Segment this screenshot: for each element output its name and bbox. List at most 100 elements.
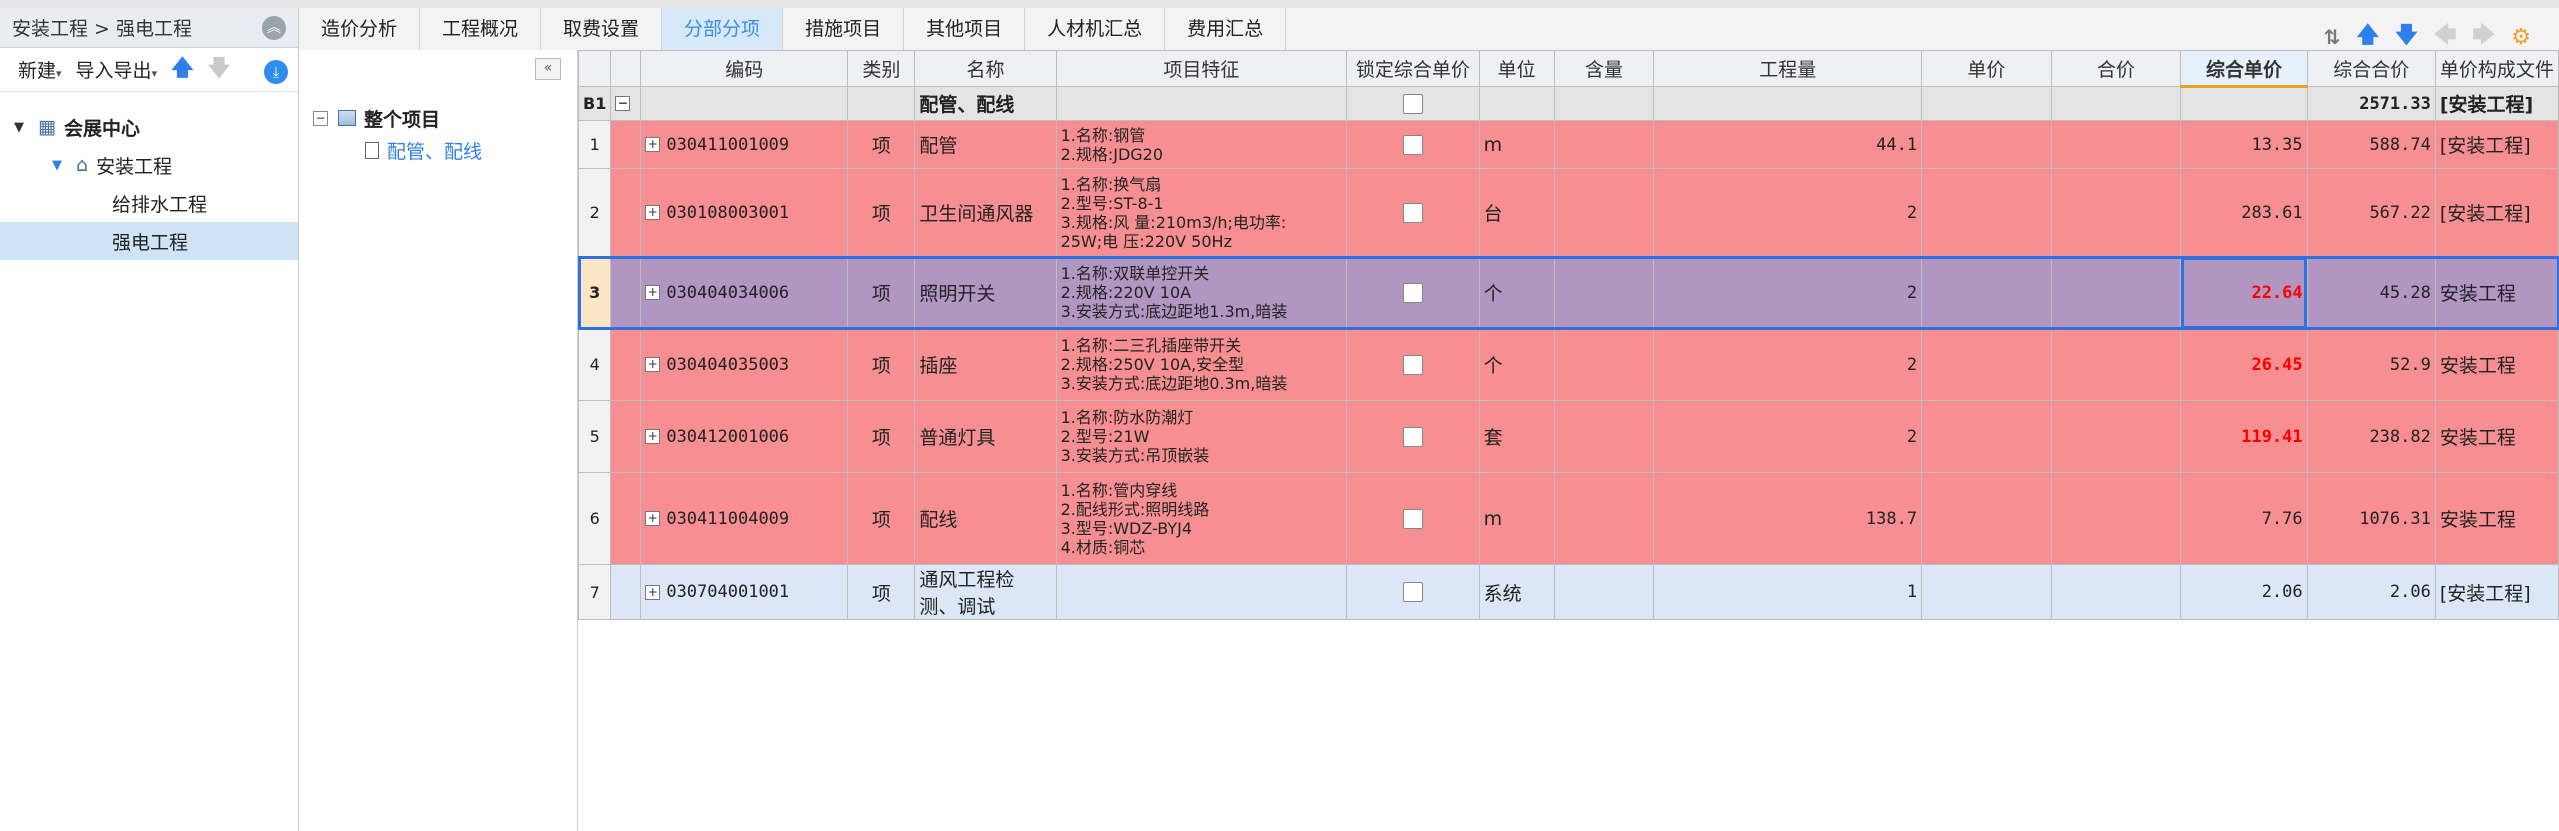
lock-checkbox-cell[interactable] [1346,328,1480,401]
tab-fee-settings[interactable]: 取费设置 [541,8,663,50]
section-tree-child[interactable]: 配管、配线 [313,134,482,166]
sort-icon[interactable]: ⇅ [2324,25,2341,49]
cell-content[interactable] [1553,472,1655,565]
expand-box-icon[interactable]: + [645,511,661,526]
new-button[interactable]: 新建▾ [18,56,62,83]
col-comp-total[interactable]: 综合合价 [2306,50,2436,87]
table-row[interactable]: 7 +030704001001 项通风工程检测、调试 系统 1 2.06 2.06 [安装工程… [577,564,2559,620]
cell-type[interactable]: 项 [847,256,916,329]
tab-cost-analysis[interactable]: 造价分析 [299,8,421,50]
cell-comp-unit-price[interactable]: 283.61 [2180,168,2308,257]
tree-node-electric[interactable]: 强电工程 [0,222,298,260]
cell-comp-unit-price[interactable]: 13.35 [2180,120,2308,169]
col-price-file[interactable]: 单价构成文件 [2434,50,2559,87]
cell-unit-price[interactable] [1921,400,2052,473]
cell-type[interactable]: 项 [847,472,916,565]
cell-unit-price[interactable] [1921,328,2052,401]
cell-content[interactable] [1553,400,1655,473]
cell-feature[interactable]: 1.名称:钢管 2.规格:JDG20 [1055,120,1348,169]
table-row[interactable]: 1 +030411001009 项配管 1.名称:钢管 2.规格:JDG20 m 44.1… [577,120,2559,169]
expand-box-icon[interactable]: + [645,357,661,372]
collapse-box-icon[interactable]: − [610,86,642,121]
cell-total-price[interactable] [2050,328,2182,401]
lock-checkbox[interactable] [1402,93,1423,114]
expand-box-icon[interactable]: + [645,205,661,220]
cell-code[interactable]: +030404034006 [640,256,849,329]
cell-comp-total[interactable]: 45.28 [2306,256,2436,329]
table-row[interactable]: 5 +030412001006 项普通灯具 1.名称:防水防潮灯 2.型号:21W 3… [577,400,2559,473]
cell-code[interactable]: +030412001006 [640,400,849,473]
cell-comp-unit-price[interactable]: 119.41 [2180,400,2308,473]
expand-box-icon[interactable]: + [645,285,661,300]
cell-price-file[interactable]: 安装工程 [2434,400,2559,473]
cell-unit[interactable]: 个 [1478,328,1555,401]
cell-unit[interactable]: 套 [1478,400,1555,473]
cell-unit[interactable]: m [1478,120,1555,169]
cell-content[interactable] [1553,120,1655,169]
cell-price-file[interactable]: [安装工程] [2434,120,2559,169]
cell-comp-total[interactable]: 238.82 [2306,400,2436,473]
cell-code[interactable]: +030108003001 [640,168,849,257]
table-row[interactable]: 2 +030108003001 项卫生间通风器 1.名称:换气扇 2.型号:ST-8-… [577,168,2559,257]
cell-unit-price[interactable] [1921,120,2052,169]
import-export-button[interactable]: 导入导出▾ [76,56,158,83]
lock-checkbox-cell[interactable] [1346,472,1480,565]
cell-name[interactable]: 插座 [914,328,1057,401]
cell-unit-price[interactable] [1921,472,2052,565]
cell-price-file[interactable]: 安装工程 [2434,328,2559,401]
cell-feature[interactable]: 1.名称:防水防潮灯 2.型号:21W 3.安装方式:吊顶嵌装 [1055,400,1348,473]
group-name[interactable]: 配管、配线 [914,86,1057,121]
cell-total-price[interactable] [2050,168,2182,257]
cell-type[interactable]: 项 [847,328,916,401]
cell-total-price[interactable] [2050,564,2182,620]
col-feature[interactable]: 项目特征 [1055,50,1348,87]
lock-checkbox[interactable] [1402,582,1423,602]
cell-content[interactable] [1553,328,1655,401]
cell-comp-unit-price[interactable]: 2.06 [2180,564,2308,620]
expand-box-icon[interactable]: + [645,429,661,444]
col-type[interactable]: 类别 [847,50,916,87]
cell-code[interactable]: +030704001001 [640,564,849,620]
download-icon[interactable]: ⤓ [264,60,288,84]
cell-unit[interactable]: 台 [1478,168,1555,257]
settings-icon[interactable]: ⚙ [2511,25,2531,50]
lock-checkbox-cell[interactable] [1346,564,1480,620]
cell-unit[interactable]: m [1478,472,1555,565]
cell-code[interactable]: +030411004009 [640,472,849,565]
tab-labor-material[interactable]: 人材机汇总 [1025,8,1166,50]
cell-total-price[interactable] [2050,256,2182,329]
lock-checkbox[interactable] [1402,202,1423,223]
collapse-box-icon[interactable]: − [313,110,328,126]
cell-quantity[interactable]: 44.1 [1653,120,1923,169]
cell-feature[interactable]: 1.名称:换气扇 2.型号:ST-8-1 3.规格:风 量:210m3/h;电功… [1055,168,1348,257]
cell-quantity[interactable]: 2 [1653,328,1923,401]
tab-other-items[interactable]: 其他项目 [904,8,1026,50]
collapse-up-icon[interactable]: ︽ [262,16,286,40]
cell-unit-price[interactable] [1921,564,2052,620]
col-content[interactable]: 含量 [1553,50,1655,87]
cell-price-file[interactable]: 安装工程 [2434,472,2559,565]
cell-name[interactable]: 照明开关 [914,256,1057,329]
tab-overview[interactable]: 工程概况 [420,8,542,50]
cell-name[interactable]: 卫生间通风器 [914,168,1057,257]
cell-unit-price[interactable] [1921,168,2052,257]
cell-code[interactable]: +030404035003 [640,328,849,401]
arrow-down-icon[interactable]: 🡇 [208,51,231,89]
expand-triangle-icon[interactable]: ▼ [52,158,70,173]
cell-quantity[interactable]: 2 [1653,168,1923,257]
col-unit-price[interactable]: 单价 [1921,50,2052,87]
cell-unit[interactable]: 系统 [1478,564,1555,620]
table-row[interactable]: 4 +030404035003 项插座 1.名称:二三孔插座带开关 2.规格:250V… [577,328,2559,401]
lock-checkbox-cell[interactable] [1346,86,1480,121]
cell-comp-unit-price[interactable]: 7.76 [2180,472,2308,565]
cell-feature[interactable]: 1.名称:管内穿线 2.配线形式:照明线路 3.型号:WDZ-BYJ4 4.材质… [1055,472,1348,565]
col-lock-price[interactable]: 锁定综合单价 [1346,50,1480,87]
cell-name[interactable]: 配管 [914,120,1057,169]
section-tree-root[interactable]: − 整个项目 [313,102,482,134]
cell-price-file[interactable]: [安装工程] [2434,564,2559,620]
cell-feature[interactable] [1055,564,1348,620]
lock-checkbox[interactable] [1402,508,1423,529]
cell-type[interactable]: 项 [847,120,916,169]
col-quantity[interactable]: 工程量 [1653,50,1923,87]
lock-checkbox-cell[interactable] [1346,120,1480,169]
